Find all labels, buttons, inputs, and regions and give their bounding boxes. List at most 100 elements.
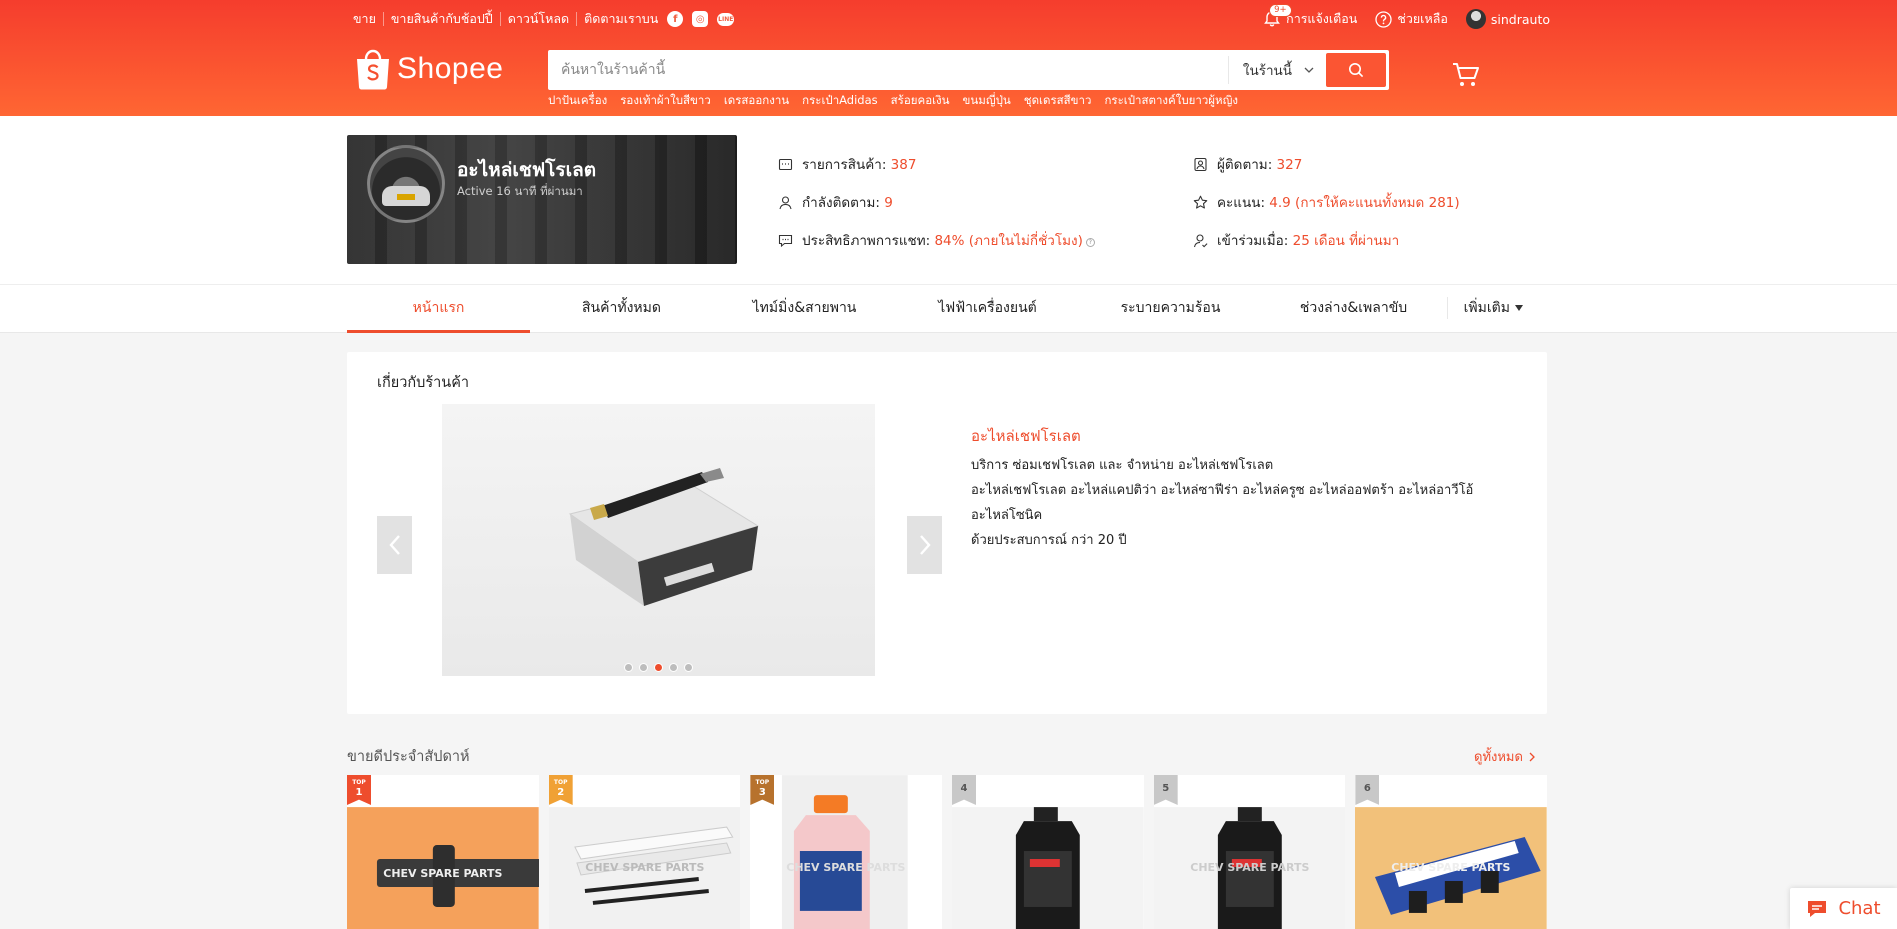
help-icon: [1375, 10, 1393, 28]
carousel-dot[interactable]: [669, 663, 678, 672]
description-line: บริการ ซ่อมเชฟโรเลต และ จำหน่าย อะไหล่เช…: [971, 458, 1274, 473]
tab-engine-electrical[interactable]: ไฟฟ้าเครื่องยนต์: [896, 285, 1079, 333]
help-link[interactable]: ช่วยเหลือ: [1375, 9, 1448, 29]
tab-cooling[interactable]: ระบายความร้อน: [1079, 285, 1262, 333]
search-bar: ในร้านนี้: [548, 50, 1389, 90]
search-input[interactable]: [551, 53, 1228, 87]
hot-keyword[interactable]: กระเป๋าAdidas: [802, 92, 878, 110]
caret-down-icon: [1515, 305, 1523, 311]
product-image: CHEV SPARE PARTS: [750, 775, 943, 929]
rank-badge: 5: [1153, 775, 1178, 805]
search-icon: [1349, 63, 1364, 78]
product-image: CHEV SPARE PARTS: [1153, 807, 1346, 929]
hot-keyword[interactable]: กระเป๋าสตางค์ใบยาวผู้หญิง: [1104, 92, 1238, 110]
rank-number: 4: [960, 783, 968, 794]
hot-keyword[interactable]: ปาปันเครื่อง: [548, 92, 607, 110]
chevron-left-icon: [388, 535, 400, 555]
shop-card: อะไหล่เชฟโรเลต Active 16 นาที ที่ผ่านมา: [347, 135, 737, 264]
notifications-link[interactable]: 9+ การแจ้งเตือน: [1263, 4, 1357, 29]
hot-keyword[interactable]: ขนมญี่ปุ่น: [963, 92, 1011, 110]
shop-name: อะไหล่เชฟโรเลต: [457, 159, 597, 181]
shopee-logo[interactable]: Shopee: [355, 48, 503, 90]
carousel-slide[interactable]: [442, 404, 875, 676]
stat-followers[interactable]: ผู้ติดตาม: 327: [1193, 153, 1302, 175]
stat-chat-label: ประสิทธิภาพการแชท:: [802, 233, 931, 249]
question-icon[interactable]: ?: [1085, 238, 1095, 247]
download-link[interactable]: ดาวน์โหลด: [501, 12, 578, 26]
store-icon: [778, 158, 793, 170]
description-line: อะไหล่เชฟโรเลต อะไหล่แคปติว่า อะไหล่ซาฟี…: [971, 483, 1474, 498]
product-card[interactable]: CHEV SPARE PARTS 5: [1153, 775, 1346, 929]
chevron-right-icon: [1529, 752, 1535, 761]
stat-following-label: กำลังติดตาม:: [802, 195, 880, 211]
carousel-dot[interactable]: [684, 663, 693, 672]
product-card[interactable]: CHEV SPARE PARTS TOP 1: [347, 775, 539, 929]
rank-number: 2: [557, 787, 565, 798]
search-scope-select[interactable]: ในร้านนี้: [1227, 56, 1326, 84]
stat-products-value: 387: [890, 157, 917, 173]
search-scope-label: ในร้านนี้: [1242, 63, 1292, 79]
user-check-icon: [1193, 233, 1208, 247]
tab-timing-belt[interactable]: ไทม์มิ่ง&สายพาน: [713, 285, 896, 333]
product-card[interactable]: CHEV SPARE PARTS TOP 3: [750, 775, 943, 929]
shop-avatar[interactable]: [367, 145, 445, 223]
stat-following[interactable]: กำลังติดตาม: 9: [778, 191, 893, 213]
instagram-icon[interactable]: ◎: [692, 11, 709, 27]
followers-icon: [1194, 157, 1207, 171]
line-icon[interactable]: LINE: [717, 12, 735, 26]
watermark-text: CHEV SPARE PARTS: [383, 867, 502, 880]
hot-keyword[interactable]: ชุดเดรสสีขาว: [1024, 92, 1092, 110]
tab-home[interactable]: หน้าแรก: [347, 285, 530, 333]
stat-rating[interactable]: คะแนน: 4.9 (การให้คะแนนทั้งหมด 281): [1193, 191, 1460, 213]
sell-link[interactable]: ขาย: [347, 12, 384, 26]
rank-top-label: TOP: [755, 779, 770, 786]
stat-chat-value: 84% (ภายในไม่กี่ชั่วโมง): [934, 233, 1083, 249]
facebook-icon[interactable]: f: [667, 11, 684, 27]
rank-number: 6: [1363, 783, 1371, 794]
header: ขาย ขายสินค้ากับช้อปปี้ ดาวน์โหลด ติดตาม…: [0, 0, 1897, 116]
rank-number: 3: [758, 787, 766, 798]
carousel-dot[interactable]: [624, 663, 633, 672]
shopping-bag-icon: [357, 49, 389, 90]
carousel-dot[interactable]: [639, 663, 648, 672]
rank-badge: 4: [952, 775, 977, 805]
stat-products-label: รายการสินค้า:: [802, 157, 887, 173]
rank-top-label: TOP: [553, 779, 568, 786]
product-card[interactable]: CHEV SPARE PARTS TOP 2: [548, 775, 741, 929]
account-menu[interactable]: sindrauto: [1465, 9, 1550, 29]
tab-more[interactable]: เพิ่มเติม: [1447, 297, 1547, 319]
carousel-next-button[interactable]: [907, 516, 942, 574]
view-all-link[interactable]: ดูทั้งหมด: [1474, 746, 1535, 767]
stat-chat-performance: ประสิทธิภาพการแชท: 84% (ภายในไม่กี่ชั่วโ…: [778, 229, 1095, 251]
stat-products[interactable]: รายการสินค้า: 387: [778, 153, 916, 175]
sell-with-shopee-link[interactable]: ขายสินค้ากับช้อปปี้: [384, 12, 501, 26]
view-all-label: ดูทั้งหมด: [1474, 750, 1523, 765]
search-button[interactable]: [1326, 53, 1386, 87]
product-card[interactable]: CHEV SPARE PARTS 6: [1355, 775, 1548, 929]
top-navbar: ขาย ขายสินค้ากับช้อปปี้ ดาวน์โหลด ติดตาม…: [347, 4, 1550, 29]
hot-keyword[interactable]: สร้อยคอเงิน: [891, 92, 950, 110]
tab-more-label: เพิ่มเติม: [1463, 300, 1510, 316]
about-title: เกี่ยวกับร้านค้า: [377, 375, 470, 391]
hot-keyword[interactable]: รองเท้าผ้าใบสีขาว: [620, 92, 711, 110]
tab-all-products[interactable]: สินค้าทั้งหมด: [530, 285, 713, 333]
carousel-prev-button[interactable]: [377, 516, 412, 574]
chevron-down-icon: [1304, 67, 1314, 73]
chat-button[interactable]: Chat: [1790, 888, 1897, 929]
stat-followers-value: 327: [1276, 157, 1303, 173]
product-image: [952, 807, 1144, 929]
product-image: CHEV SPARE PARTS: [548, 807, 741, 929]
product-card[interactable]: 4: [952, 775, 1144, 929]
username: sindrauto: [1490, 11, 1550, 27]
carousel-dot-active[interactable]: [654, 663, 663, 672]
stat-joined-label: เข้าร่วมเมื่อ:: [1217, 233, 1289, 249]
chat-icon: [1808, 900, 1827, 917]
follow-us: ติดตามเราบน f ◎ LINE: [577, 9, 735, 29]
rank-number: 1: [355, 787, 363, 798]
tab-suspension[interactable]: ช่วงล่าง&เพลาขับ: [1262, 285, 1445, 333]
rank-number: 5: [1162, 783, 1170, 794]
cart-icon[interactable]: [1452, 62, 1480, 88]
rank-badge: TOP 2: [548, 775, 573, 805]
hot-keyword[interactable]: เดรสออกงาน: [724, 92, 789, 110]
product-image: CHEV SPARE PARTS: [347, 807, 539, 929]
